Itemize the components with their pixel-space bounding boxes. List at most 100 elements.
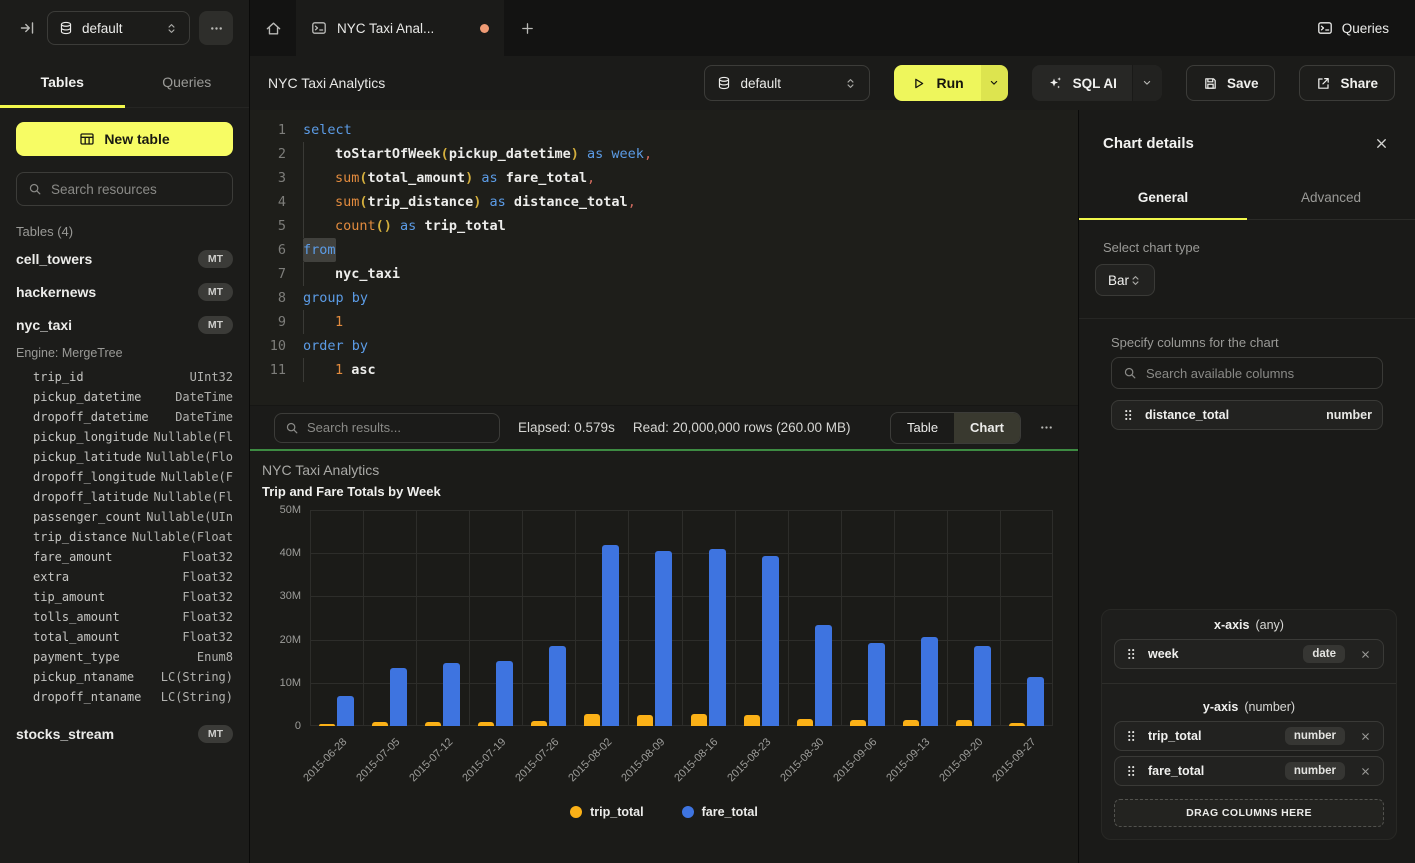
panel-tab-advanced[interactable]: Advanced bbox=[1247, 176, 1415, 219]
results-search[interactable] bbox=[274, 413, 500, 443]
axis-chip-week[interactable]: weekdate bbox=[1114, 639, 1384, 669]
bar-trip_total[interactable] bbox=[744, 715, 760, 726]
table-item-nyc_taxi[interactable]: nyc_taxiMT bbox=[16, 308, 233, 341]
columns-search-input[interactable] bbox=[1146, 366, 1371, 381]
sidebar: default Tables Queries New table Tables … bbox=[0, 0, 250, 863]
bar-fare_total[interactable] bbox=[443, 663, 460, 726]
bar-trip_total[interactable] bbox=[637, 715, 653, 726]
table-item-cell_towers[interactable]: cell_towersMT bbox=[16, 242, 233, 275]
code-line[interactable]: 3sum(total_amount) as fare_total, bbox=[260, 166, 1078, 190]
sidebar-search[interactable] bbox=[16, 172, 233, 206]
close-panel-button[interactable] bbox=[1374, 136, 1389, 151]
legend-dot bbox=[682, 806, 694, 818]
gridline bbox=[469, 510, 470, 726]
new-table-button[interactable]: New table bbox=[16, 122, 233, 156]
code-line[interactable]: 111 asc bbox=[260, 358, 1078, 382]
run-button[interactable]: Run bbox=[894, 65, 980, 101]
sidebar-tab-tables[interactable]: Tables bbox=[0, 56, 125, 107]
sidebar-database-selector[interactable]: default bbox=[47, 11, 190, 45]
view-toggle-chart[interactable]: Chart bbox=[954, 413, 1020, 443]
collapse-sidebar-button[interactable] bbox=[16, 17, 38, 39]
code-line[interactable]: 6from bbox=[260, 238, 1078, 262]
sql-editor[interactable]: 1select2toStartOfWeek(pickup_datetime) a… bbox=[250, 110, 1078, 405]
bar-fare_total[interactable] bbox=[974, 646, 991, 726]
share-button[interactable]: Share bbox=[1299, 65, 1395, 101]
bar-trip_total[interactable] bbox=[319, 724, 335, 726]
bar-fare_total[interactable] bbox=[868, 643, 885, 726]
bar-trip_total[interactable] bbox=[903, 720, 919, 726]
sql-ai-options-button[interactable] bbox=[1132, 65, 1162, 101]
columns-search[interactable] bbox=[1111, 357, 1383, 389]
chart-type-select[interactable]: Bar bbox=[1095, 264, 1155, 296]
sidebar-more-button[interactable] bbox=[199, 11, 233, 45]
sql-ai-button[interactable]: SQL AI bbox=[1032, 65, 1132, 101]
tab-nyc-taxi-analytics[interactable]: NYC Taxi Anal... bbox=[296, 0, 504, 56]
code-line[interactable]: 7nyc_taxi bbox=[260, 262, 1078, 286]
bar-trip_total[interactable] bbox=[372, 722, 388, 726]
bar-fare_total[interactable] bbox=[921, 637, 938, 726]
bar-trip_total[interactable] bbox=[1009, 723, 1025, 726]
drop-zone[interactable]: DRAG COLUMNS HERE bbox=[1114, 799, 1384, 827]
sidebar-search-input[interactable] bbox=[51, 182, 221, 197]
remove-chip-button[interactable] bbox=[1358, 764, 1373, 779]
axis-chip-fare_total[interactable]: fare_totalnumber bbox=[1114, 756, 1384, 786]
gridline bbox=[894, 510, 895, 726]
table-item-hackernews[interactable]: hackernewsMT bbox=[16, 275, 233, 308]
column-chip-distance_total[interactable]: distance_totalnumber bbox=[1111, 400, 1383, 430]
code-line[interactable]: 2toStartOfWeek(pickup_datetime) as week, bbox=[260, 142, 1078, 166]
bar-trip_total[interactable] bbox=[797, 719, 813, 726]
run-options-button[interactable] bbox=[981, 65, 1008, 101]
axis-chip-trip_total[interactable]: trip_totalnumber bbox=[1114, 721, 1384, 751]
bar-chart-plot[interactable]: 010M20M30M40M50M2015-06-282015-07-052015… bbox=[310, 510, 1053, 726]
close-icon bbox=[1374, 136, 1389, 151]
sidebar-tab-queries[interactable]: Queries bbox=[125, 56, 250, 107]
code-line[interactable]: 1select bbox=[260, 118, 1078, 142]
column-type: Float32 bbox=[182, 607, 233, 627]
remove-chip-button[interactable] bbox=[1358, 647, 1373, 662]
code-line[interactable]: 8group by bbox=[260, 286, 1078, 310]
bar-fare_total[interactable] bbox=[337, 696, 354, 726]
bar-fare_total[interactable] bbox=[390, 668, 407, 726]
query-database-selector[interactable]: default bbox=[704, 65, 870, 101]
bar-fare_total[interactable] bbox=[762, 556, 779, 726]
bar-trip_total[interactable] bbox=[478, 722, 494, 726]
queries-button[interactable]: Queries bbox=[1317, 0, 1389, 56]
view-toggle-table[interactable]: Table bbox=[891, 413, 954, 443]
x-axis-label: 2015-07-26 bbox=[513, 736, 561, 784]
code-line[interactable]: 5count() as trip_total bbox=[260, 214, 1078, 238]
bar-fare_total[interactable] bbox=[602, 545, 619, 726]
panel-tab-general[interactable]: General bbox=[1079, 176, 1247, 219]
bar-trip_total[interactable] bbox=[584, 714, 600, 726]
plus-icon bbox=[520, 21, 535, 36]
results-more-button[interactable] bbox=[1039, 420, 1054, 435]
code-line[interactable]: 10order by bbox=[260, 334, 1078, 358]
code-line[interactable]: 4sum(trip_distance) as distance_total, bbox=[260, 190, 1078, 214]
column-type: Enum8 bbox=[197, 647, 233, 667]
save-button[interactable]: Save bbox=[1186, 65, 1276, 101]
bar-fare_total[interactable] bbox=[815, 625, 832, 726]
indent-guide bbox=[303, 142, 335, 166]
column-name: trip_id bbox=[33, 367, 84, 387]
results-search-input[interactable] bbox=[307, 420, 489, 435]
home-button[interactable] bbox=[250, 0, 296, 56]
legend-item-fare_total[interactable]: fare_total bbox=[682, 805, 758, 819]
bar-trip_total[interactable] bbox=[956, 720, 972, 726]
code-line[interactable]: 91 bbox=[260, 310, 1078, 334]
bar-fare_total[interactable] bbox=[655, 551, 672, 726]
bar-fare_total[interactable] bbox=[496, 661, 513, 726]
table-item-stocks_stream[interactable]: stocks_streamMT bbox=[16, 717, 233, 750]
remove-chip-button[interactable] bbox=[1358, 729, 1373, 744]
bar-trip_total[interactable] bbox=[850, 720, 866, 726]
bar-trip_total[interactable] bbox=[691, 714, 707, 726]
bar-fare_total[interactable] bbox=[1027, 677, 1044, 726]
legend-item-trip_total[interactable]: trip_total bbox=[570, 805, 643, 819]
bar-fare_total[interactable] bbox=[709, 549, 726, 726]
bar-trip_total[interactable] bbox=[425, 722, 441, 726]
x-axis-items: weekdate bbox=[1114, 639, 1384, 669]
chip-type-badge: date bbox=[1303, 645, 1345, 663]
gridline bbox=[310, 596, 1053, 597]
bar-trip_total[interactable] bbox=[531, 721, 547, 726]
gridline bbox=[522, 510, 523, 726]
new-tab-button[interactable] bbox=[504, 0, 550, 56]
bar-fare_total[interactable] bbox=[549, 646, 566, 726]
